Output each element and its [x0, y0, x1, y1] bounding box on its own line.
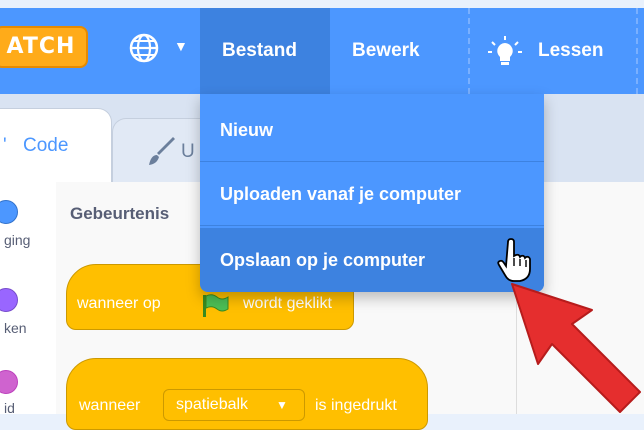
menu-item-upload[interactable]: Uploaden vanaf je computer — [200, 162, 544, 226]
tab-code[interactable]: ' Code — [0, 108, 112, 185]
when-key-pressed-block[interactable]: wanneer spatiebalk ▼ is ingedrukt — [66, 358, 428, 430]
hand-cursor-icon — [497, 238, 531, 282]
menu-bewerk[interactable]: Bewerk — [330, 8, 464, 94]
red-arrow-annotation — [511, 283, 641, 413]
category-sound-dot[interactable] — [0, 370, 18, 394]
category-menu: ging ken id — [0, 182, 57, 416]
tab-code-label: Code — [23, 135, 69, 156]
green-flag-icon — [203, 294, 229, 317]
block-text: wanneer — [79, 397, 141, 414]
chevron-down-icon: ▼ — [276, 398, 288, 412]
block-text: wanneer op — [77, 295, 161, 312]
brush-icon — [149, 137, 175, 165]
globe-icon — [129, 33, 159, 63]
block-text: wordt geklikt — [243, 295, 332, 312]
category-label: ken — [4, 320, 27, 336]
chevron-down-icon: ▼ — [174, 38, 188, 54]
key-dropdown-value: spatiebalk — [176, 396, 249, 413]
menu-item-save[interactable]: Opslaan op je computer — [200, 228, 544, 292]
language-menu[interactable]: ▼ — [128, 32, 198, 63]
code-icon: ' — [3, 135, 7, 156]
scratch-logo[interactable]: ATCH — [0, 26, 88, 68]
menu-bestand[interactable]: Bestand — [200, 8, 330, 94]
block-text: is ingedrukt — [315, 397, 397, 414]
menu-divider — [468, 8, 470, 94]
menu-divider — [636, 8, 638, 94]
key-dropdown[interactable]: spatiebalk ▼ — [163, 389, 305, 421]
menu-lessen[interactable]: Lessen — [516, 8, 644, 94]
category-looks-dot[interactable] — [0, 288, 18, 312]
category-label: ging — [4, 232, 31, 248]
tab-costumes-label: U — [181, 141, 195, 162]
file-menu-dropdown: Nieuw Uploaden vanaf je computer Opslaan… — [200, 94, 544, 292]
category-motion-dot[interactable] — [0, 200, 18, 224]
menu-item-new[interactable]: Nieuw — [200, 98, 544, 162]
palette-section-title: Gebeurtenis — [70, 204, 170, 223]
